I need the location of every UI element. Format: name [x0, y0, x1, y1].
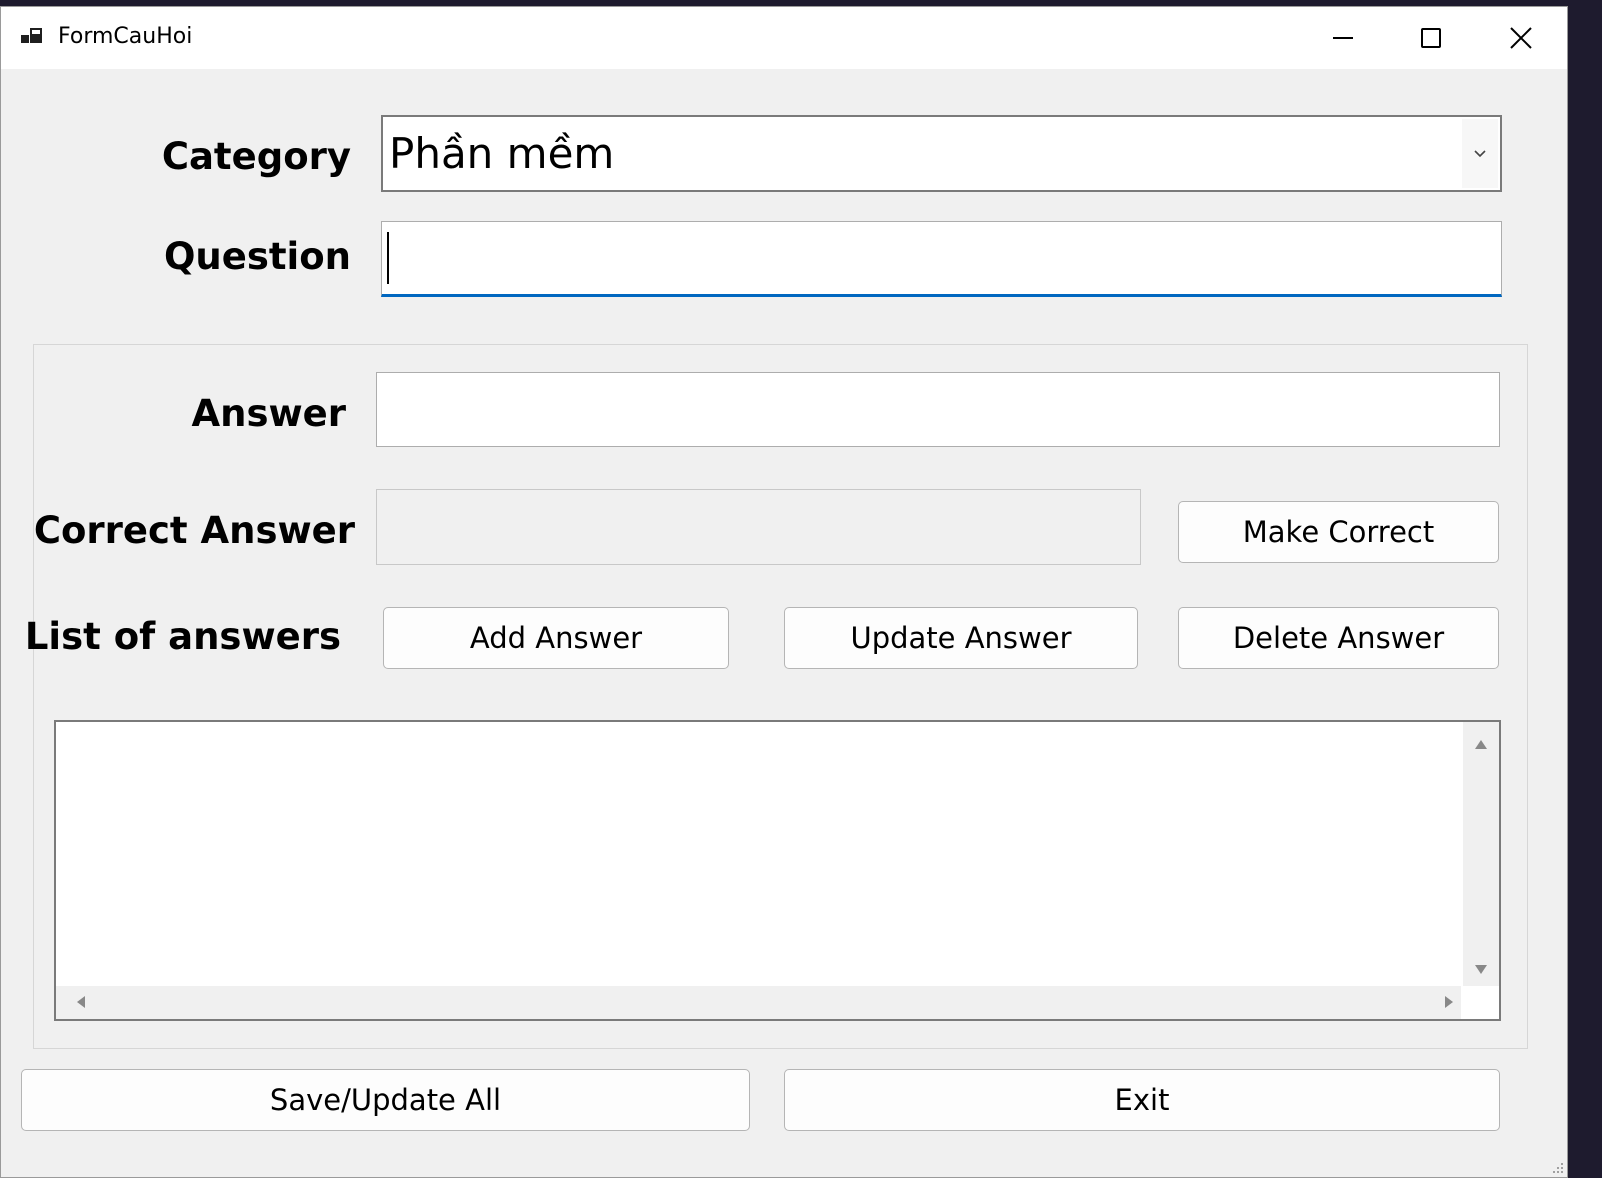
scroll-left-icon — [77, 996, 85, 1008]
exit-button[interactable]: Exit — [784, 1069, 1500, 1131]
scroll-arrows-horizontal — [77, 996, 1453, 1008]
text-caret — [387, 232, 389, 284]
scroll-right-icon — [1445, 996, 1453, 1008]
correct-answer-field — [376, 489, 1141, 565]
category-selected-value: Phần mềm — [389, 129, 615, 178]
question-input[interactable] — [381, 221, 1502, 297]
window-title: FormCauHoi — [58, 24, 193, 49]
form-window: FormCauHoi Category Phần mềm Question An… — [0, 6, 1568, 1178]
update-answer-button[interactable]: Update Answer — [784, 607, 1138, 669]
close-button[interactable] — [1477, 7, 1565, 69]
maximize-button[interactable] — [1387, 7, 1475, 69]
maximize-icon — [1421, 28, 1441, 48]
scroll-down-icon — [1475, 965, 1487, 974]
answer-input[interactable] — [376, 372, 1500, 447]
save-update-all-button[interactable]: Save/Update All — [21, 1069, 750, 1131]
correct-answer-label: Correct Answer — [33, 509, 355, 552]
minimize-button[interactable] — [1299, 7, 1387, 69]
scroll-arrows-vertical — [1475, 740, 1487, 974]
scrollbar-corner — [1461, 986, 1499, 1019]
scroll-up-icon — [1475, 740, 1487, 749]
question-label: Question — [163, 235, 351, 278]
answer-label: Answer — [191, 392, 346, 435]
chevron-down-icon — [1474, 150, 1486, 158]
add-answer-button[interactable]: Add Answer — [383, 607, 729, 669]
category-combobox[interactable]: Phần mềm — [381, 115, 1502, 192]
list-of-answers-label: List of answers — [24, 615, 341, 658]
app-icon — [21, 28, 42, 43]
close-icon — [1510, 27, 1532, 49]
category-label: Category — [161, 135, 351, 178]
answers-listbox[interactable] — [54, 720, 1501, 1021]
title-bar[interactable]: FormCauHoi — [1, 7, 1567, 69]
delete-answer-button[interactable]: Delete Answer — [1178, 607, 1499, 669]
minimize-icon — [1333, 37, 1353, 39]
horizontal-scrollbar[interactable] — [56, 986, 1463, 1019]
make-correct-button[interactable]: Make Correct — [1178, 501, 1499, 563]
vertical-scrollbar[interactable] — [1463, 722, 1499, 986]
resize-grip-icon[interactable] — [1549, 1159, 1565, 1175]
category-dropdown-button[interactable] — [1462, 119, 1498, 188]
